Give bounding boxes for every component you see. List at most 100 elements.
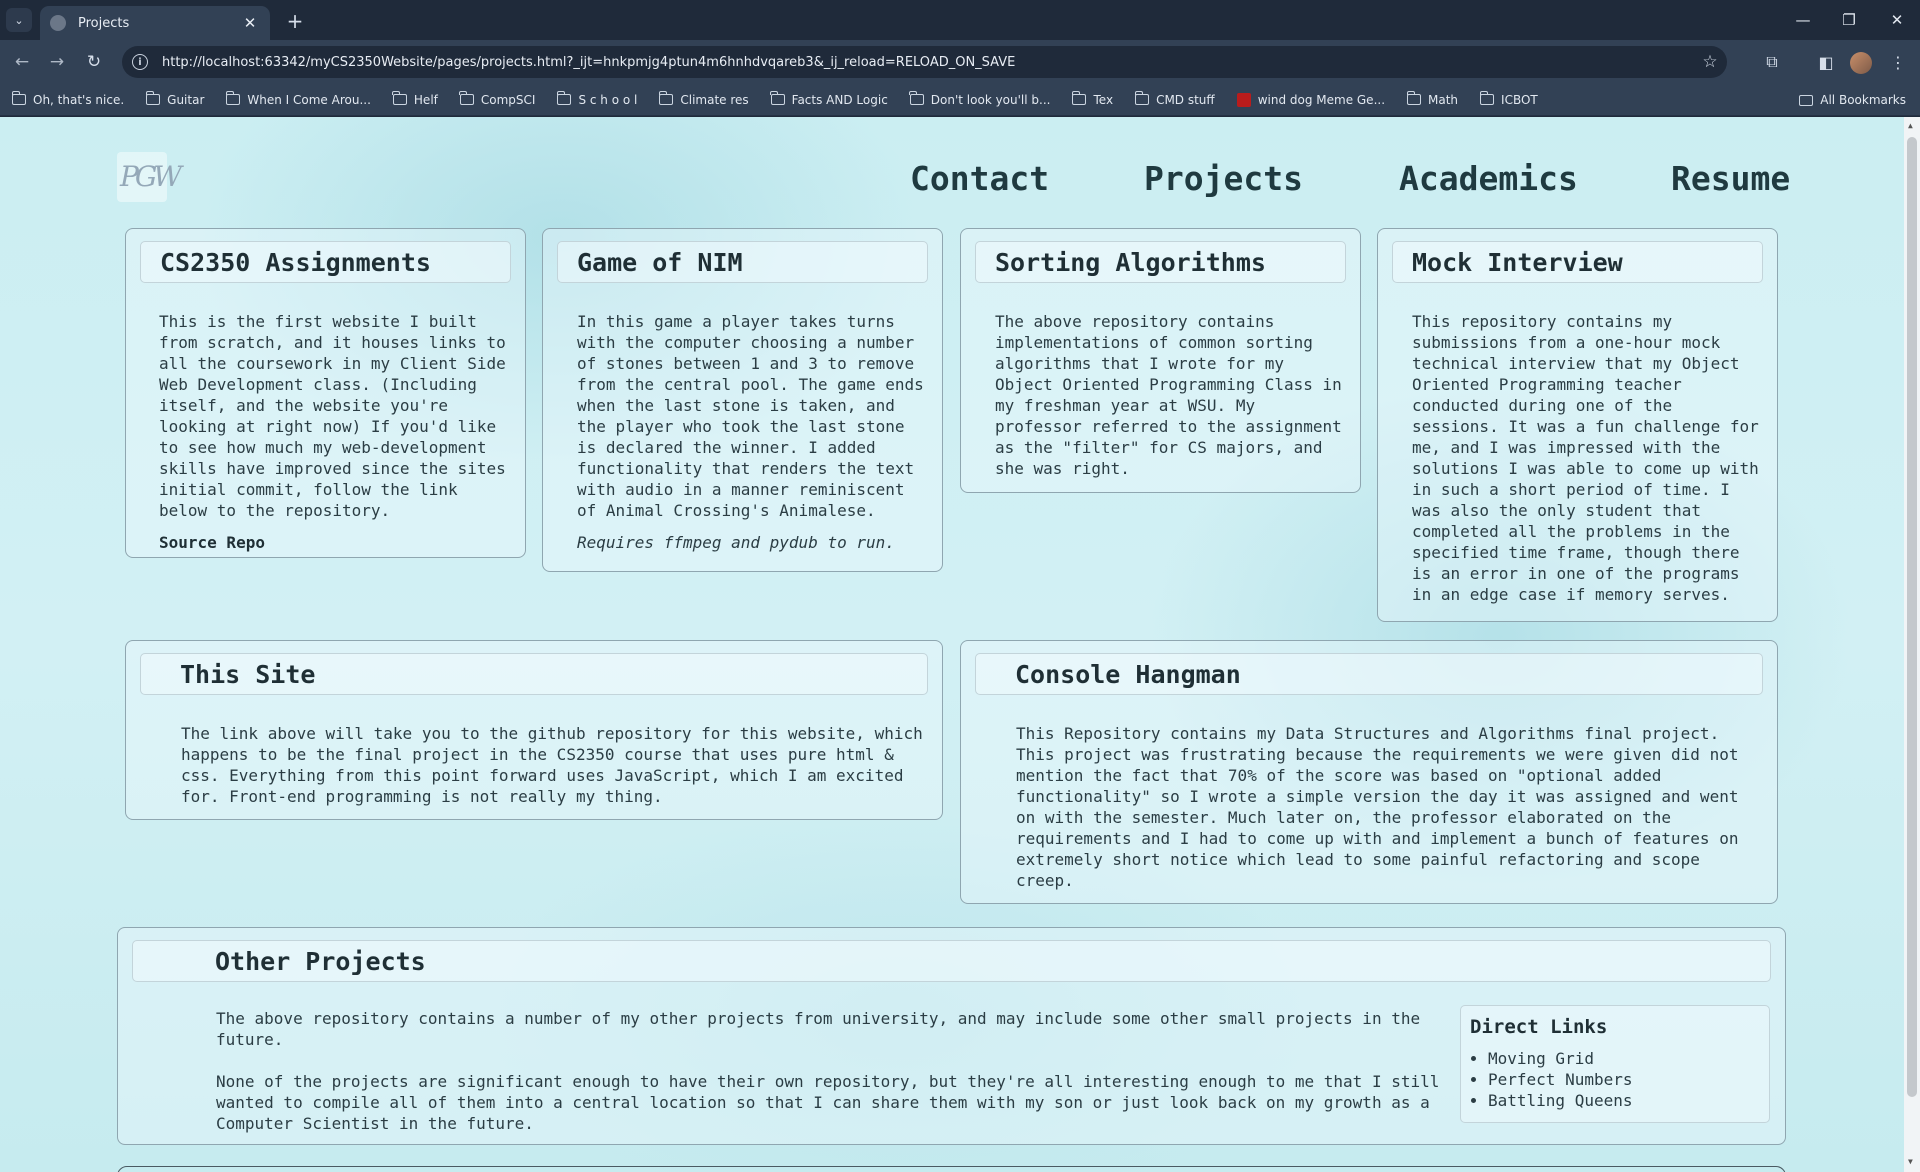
folder-icon	[1479, 91, 1495, 105]
card-header[interactable]: Sorting Algorithms	[975, 241, 1346, 283]
tab-title: Projects	[78, 15, 130, 31]
link-moving-grid[interactable]: Moving Grid	[1488, 1048, 1633, 1069]
project-card-hangman: Console Hangman This Repository contains…	[960, 640, 1778, 904]
folder-icon	[556, 91, 572, 105]
bookmark-label: Guitar	[167, 92, 205, 107]
card-header[interactable]: Console Hangman	[975, 653, 1763, 695]
bookmark-label: Helf	[413, 92, 438, 107]
link-perfect-numbers[interactable]: Perfect Numbers	[1488, 1069, 1633, 1090]
folder-icon	[459, 91, 474, 105]
all-bookmarks-label: All Bookmarks	[1820, 93, 1906, 107]
folder-icon	[770, 91, 785, 105]
card-description: This repository contains my submissions …	[1412, 312, 1759, 604]
card-paragraph-2: None of the projects are significant eno…	[216, 1072, 1440, 1133]
bookmark-item[interactable]: When I Come Arou...	[225, 91, 371, 107]
bookmark-item[interactable]: S c h o o l	[556, 91, 638, 107]
card-description: This is the first website I built from s…	[159, 312, 506, 520]
direct-links-box: Direct Links Moving Grid Perfect Numbers…	[1460, 1005, 1770, 1123]
close-window-icon[interactable]: ✕	[1874, 0, 1920, 40]
card-paragraph-1: The above repository contains a number o…	[216, 1009, 1421, 1049]
bookmark-label: S c h o o l	[578, 92, 638, 107]
card-title: Sorting Algorithms	[995, 248, 1266, 277]
profile-avatar[interactable]	[1850, 52, 1872, 74]
restore-icon[interactable]: ❐	[1826, 0, 1872, 40]
card-header[interactable]: CS2350 Assignments	[140, 241, 511, 283]
link-battling-queens[interactable]: Battling Queens	[1488, 1090, 1633, 1111]
page-scrollbar[interactable]: ▲ ▼	[1904, 117, 1920, 1172]
bookmark-star-icon[interactable]: ☆	[1693, 52, 1727, 72]
card-description: The above repository contains implementa…	[995, 312, 1342, 478]
reload-icon[interactable]: ↻	[80, 48, 108, 76]
bookmark-label: Tex	[1093, 92, 1114, 107]
bookmark-item[interactable]: Facts AND Logic	[770, 91, 888, 107]
info-icon[interactable]: i	[132, 54, 148, 70]
tab-strip: ⌄ Projects ✕ + — ❐ ✕	[0, 0, 1920, 40]
bookmark-item[interactable]: Helf	[392, 91, 438, 107]
bookmark-label: CompSCI	[480, 92, 536, 107]
bookmark-item[interactable]: CompSCI	[459, 91, 536, 107]
bookmark-label: CMD stuff	[1156, 92, 1215, 107]
project-card-sorting: Sorting Algorithms The above repository …	[960, 228, 1361, 493]
requirements-note: Requires ffmpeg and pydub to run.	[577, 533, 895, 552]
close-tab-icon[interactable]: ✕	[240, 14, 260, 32]
bookmark-item[interactable]: Tex	[1071, 91, 1114, 107]
bookmark-item[interactable]: Oh, that's nice.	[11, 91, 125, 107]
scroll-thumb[interactable]	[1907, 137, 1917, 1097]
card-header[interactable]: Game of NIM	[557, 241, 928, 283]
scroll-up-icon[interactable]: ▲	[1908, 121, 1916, 130]
direct-links-list: Moving Grid Perfect Numbers Battling Que…	[1488, 1048, 1633, 1111]
site-logo[interactable]: PGW	[117, 152, 182, 202]
project-card-nim: Game of NIM In this game a player takes …	[542, 228, 943, 572]
tab-search-button[interactable]: ⌄	[6, 8, 32, 32]
side-panel-icon[interactable]: ◧	[1812, 48, 1840, 76]
new-tab-button[interactable]: +	[282, 8, 308, 34]
nav-projects[interactable]: Projects	[1144, 159, 1303, 198]
folder-icon	[1071, 91, 1087, 105]
bookmark-label: wind dog Meme Ge...	[1257, 92, 1386, 107]
bookmark-item[interactable]: Climate res	[658, 91, 749, 107]
bookmark-item[interactable]: Math	[1406, 91, 1459, 107]
globe-icon	[50, 15, 66, 31]
card-title: Game of NIM	[577, 248, 743, 277]
bookmark-item[interactable]: Don't look you'll b...	[909, 91, 1050, 107]
folder-icon	[1799, 94, 1814, 106]
bookmark-label: Math	[1428, 92, 1459, 107]
folder-icon	[658, 91, 674, 105]
card-description: The link above will take you to the gith…	[181, 724, 923, 806]
url-text[interactable]: http://localhost:63342/myCS2350Website/p…	[162, 55, 1693, 70]
nav-academics[interactable]: Academics	[1399, 159, 1578, 198]
active-tab[interactable]: Projects ✕	[40, 6, 270, 40]
back-icon[interactable]: ←	[8, 48, 36, 76]
forward-icon[interactable]: →	[43, 48, 71, 76]
bookmark-item[interactable]: CMD stuff	[1134, 91, 1215, 107]
card-header[interactable]: This Site	[140, 653, 928, 695]
bookmark-item[interactable]: wind dog Meme Ge...	[1236, 92, 1386, 107]
bookmark-label: Facts AND Logic	[791, 92, 888, 107]
bookmark-item[interactable]: Guitar	[145, 91, 205, 107]
bookmark-label: Climate res	[680, 92, 749, 107]
page-viewport: PGW Contact Projects Academics Resume CS…	[0, 117, 1920, 1172]
card-title: Other Projects	[215, 947, 426, 976]
bookmark-item[interactable]: ICBOT	[1479, 91, 1538, 107]
project-card-mock-interview: Mock Interview This repository contains …	[1377, 228, 1778, 622]
address-bar[interactable]: i http://localhost:63342/myCS2350Website…	[122, 46, 1727, 78]
project-card-this-site: This Site The link above will take you t…	[125, 640, 943, 820]
folder-icon	[1406, 91, 1422, 105]
source-repo-link[interactable]: Source Repo	[159, 533, 265, 552]
card-description: In this game a player takes turns with t…	[577, 312, 924, 520]
extensions-icon[interactable]: ⧉	[1758, 48, 1786, 76]
folder-icon	[909, 91, 924, 105]
direct-links-title: Direct Links	[1470, 1016, 1608, 1038]
card-title: CS2350 Assignments	[160, 248, 431, 277]
menu-kebab-icon[interactable]: ⋮	[1884, 48, 1912, 76]
card-header[interactable]: Other Projects	[132, 940, 1771, 982]
folder-icon	[392, 91, 407, 105]
logo-text: PGW	[120, 160, 182, 193]
nav-resume[interactable]: Resume	[1671, 159, 1790, 198]
card-header[interactable]: Mock Interview	[1392, 241, 1763, 283]
scroll-down-icon[interactable]: ▼	[1908, 1157, 1916, 1166]
all-bookmarks-button[interactable]: All Bookmarks	[1799, 84, 1906, 116]
nav-contact[interactable]: Contact	[910, 159, 1049, 198]
bookmark-label: Oh, that's nice.	[33, 92, 125, 107]
minimize-icon[interactable]: —	[1780, 0, 1826, 40]
